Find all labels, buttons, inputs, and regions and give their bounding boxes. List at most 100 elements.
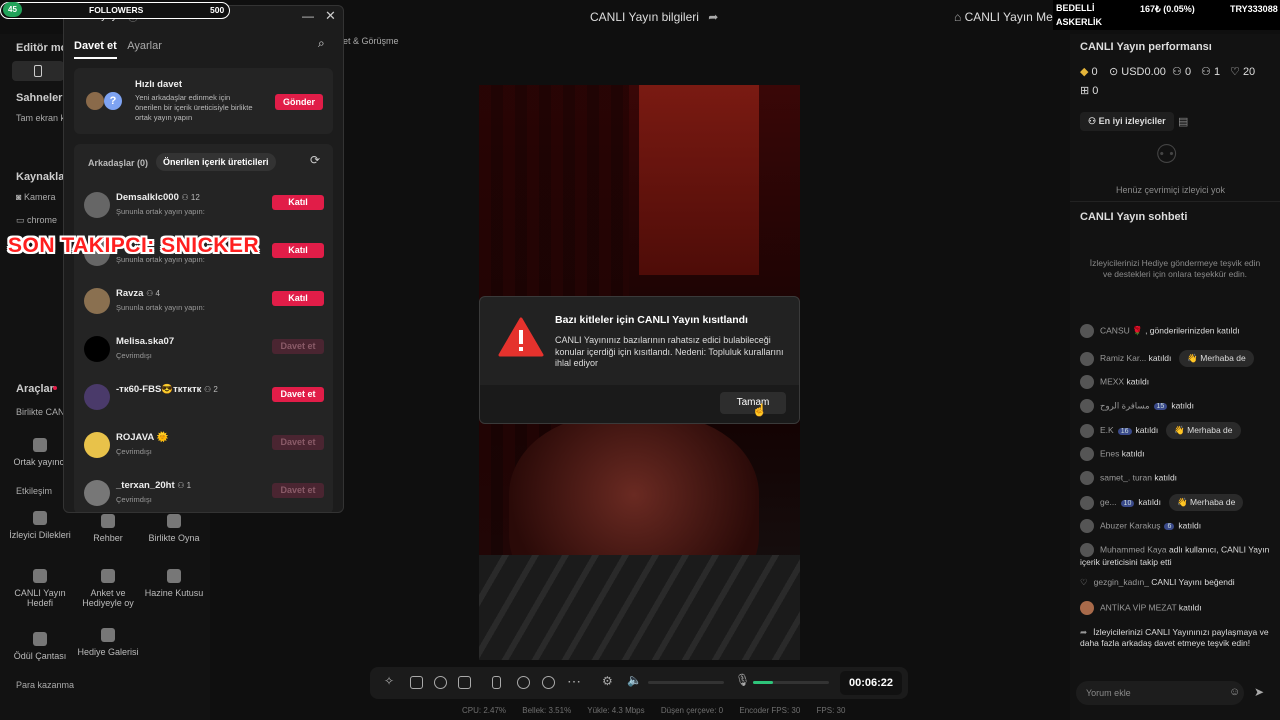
source-chrome[interactable]: ▭ chrome bbox=[16, 215, 57, 226]
invite-button[interactable]: Davet et bbox=[272, 435, 324, 450]
invite-button[interactable]: Davet et bbox=[272, 339, 324, 354]
join-button[interactable]: Katıl bbox=[272, 291, 324, 306]
friends-tab[interactable]: Arkadaşlar (0) bbox=[88, 158, 148, 168]
say-hi-button[interactable]: 👋 Merhaba de bbox=[1169, 494, 1244, 511]
cohost-tool-label: Ortak yayıncı bbox=[13, 457, 67, 467]
restriction-body: CANLI Yayınınız bazılarının rahatsız edi… bbox=[555, 335, 784, 369]
share-icon[interactable]: ➦ bbox=[708, 10, 718, 24]
chat-user[interactable]: Muhammed Kaya bbox=[1100, 544, 1167, 554]
gifts-stat: ⊞ 0 bbox=[1080, 84, 1098, 97]
gift-gallery-tool[interactable]: Hediye Galerisi bbox=[76, 628, 140, 657]
creator-sub: Çevrimdışı bbox=[116, 351, 152, 360]
minimize-icon[interactable]: — bbox=[302, 9, 314, 23]
source-camera[interactable]: ◙ Kamera bbox=[16, 192, 55, 202]
level-badge: 10 bbox=[1120, 500, 1135, 507]
avatar bbox=[1080, 495, 1094, 510]
tool-label: CANLI Yayın Hedefi bbox=[14, 588, 66, 609]
invite-button[interactable]: Davet et bbox=[272, 387, 324, 402]
chat-user[interactable]: Ramiz Kar... bbox=[1100, 353, 1146, 363]
no-viewers-text: Henüz çevrimiçi izleyici yok bbox=[1116, 185, 1226, 195]
chat-user[interactable]: E.K bbox=[1100, 425, 1114, 435]
top-viewers-button[interactable]: ⚇ En iyi izleyiciler bbox=[1080, 112, 1174, 131]
more-icon[interactable]: ⋯ bbox=[567, 673, 581, 690]
chat-message: Enes katıldı bbox=[1080, 447, 1275, 463]
creator-name-text: _terxan_20ht bbox=[116, 480, 175, 491]
chat-action: katıldı bbox=[1135, 425, 1159, 435]
tab-invite[interactable]: Davet et bbox=[74, 40, 117, 59]
tab-settings[interactable]: Ayarlar bbox=[127, 40, 162, 52]
magic-icon[interactable]: ✧ bbox=[384, 674, 397, 688]
refresh-icon[interactable]: ⟳ bbox=[310, 153, 320, 167]
add-icon[interactable] bbox=[458, 676, 471, 689]
mic-level-fill bbox=[753, 681, 773, 684]
mic-volume-slider[interactable] bbox=[753, 681, 829, 684]
gamepad-icon bbox=[167, 514, 181, 528]
chat-user[interactable]: مسافرة الروح bbox=[1100, 400, 1150, 410]
emoji-icon[interactable]: ☺ bbox=[1229, 686, 1240, 698]
comment-input[interactable]: Yorum ekle ☺ bbox=[1076, 681, 1244, 705]
link-icon bbox=[33, 438, 47, 452]
creator-row: -тк60-FBS😎тктктк ⚇ 2 Davet et bbox=[74, 380, 333, 420]
phone-icon[interactable] bbox=[492, 676, 501, 689]
chat-user[interactable]: Enes bbox=[1100, 448, 1119, 458]
chat-action: katıldı bbox=[1121, 448, 1145, 459]
cursor-icon: ☝ bbox=[752, 403, 767, 417]
scene-tab[interactable]: et & Görüşme bbox=[343, 36, 399, 46]
dropped-frames-stat: Düşen çerçeve: 0 bbox=[660, 706, 724, 715]
chat-user[interactable]: CANSU 🌹 bbox=[1100, 325, 1143, 335]
live-goal-tool[interactable]: CANLI Yayın Hedefi bbox=[8, 569, 72, 609]
join-button[interactable]: Katıl bbox=[272, 195, 324, 210]
mic-icon[interactable]: 🎙 bbox=[735, 673, 750, 687]
poll-tool[interactable]: Anket ve Hediyeyle oy bbox=[76, 569, 140, 609]
avatar bbox=[1080, 519, 1094, 533]
ticker-code: TRY333088 bbox=[1230, 4, 1278, 14]
avatar bbox=[1080, 447, 1094, 461]
treasure-box-tool[interactable]: Hazine Kutusu bbox=[142, 569, 206, 598]
chat-user[interactable]: ANTİKA VİP MEZAT bbox=[1100, 602, 1177, 612]
send-icon[interactable]: ➤ bbox=[1254, 685, 1264, 699]
invite-button[interactable]: Davet et bbox=[272, 483, 324, 498]
scene-item[interactable]: Tam ekran k bbox=[16, 113, 65, 123]
send-button[interactable]: Gönder bbox=[275, 94, 323, 110]
join-button[interactable]: Katıl bbox=[272, 243, 324, 258]
mixer-icon[interactable]: ⚙ bbox=[602, 674, 613, 688]
close-icon[interactable]: ✕ bbox=[325, 8, 336, 24]
chat-message: Ramiz Kar... katıldı 👋 Merhaba de bbox=[1080, 350, 1275, 367]
guide-tool[interactable]: Rehber bbox=[76, 514, 140, 543]
avatar bbox=[1080, 423, 1094, 438]
tool-label: Ödül Çantası bbox=[13, 651, 67, 661]
list-icon[interactable]: ▤ bbox=[1178, 115, 1188, 128]
record-icon[interactable] bbox=[517, 676, 530, 689]
viewer-requests-tool[interactable]: İzleyici Dilekleri bbox=[8, 511, 72, 540]
camera-icon[interactable] bbox=[542, 676, 555, 689]
avatar bbox=[1080, 399, 1094, 413]
cohost-dialog: Ortak yayıncı ⓘ — ✕ Davet et Ayarlar ⌕ ?… bbox=[63, 5, 344, 513]
live-info-title[interactable]: CANLI Yayın bilgileri ➦ bbox=[590, 10, 718, 24]
effects-icon[interactable] bbox=[434, 676, 447, 689]
say-hi-button[interactable]: 👋 Merhaba de bbox=[1166, 422, 1241, 439]
play-together-tool[interactable]: Birlikte Oyna bbox=[142, 514, 206, 543]
reward-bag-tool[interactable]: Ödül Çantası bbox=[8, 632, 72, 661]
chat-user[interactable]: samet_. turan bbox=[1100, 472, 1152, 482]
tool-label: Hediye Galerisi bbox=[77, 647, 139, 657]
shirt bbox=[479, 555, 800, 660]
speaker-volume-slider[interactable] bbox=[648, 681, 724, 684]
follow-message: Muhammed Kaya adlı kullanıcı, CANLI Yayı… bbox=[1080, 543, 1275, 577]
speaker-icon[interactable]: 🔈 bbox=[627, 673, 642, 687]
suggested-tab[interactable]: Önerilen içerik üreticileri bbox=[156, 153, 276, 171]
chat-user[interactable]: Abuzer Karakuş bbox=[1100, 520, 1160, 530]
portrait-mode-button[interactable] bbox=[12, 61, 64, 81]
avatar bbox=[84, 432, 110, 458]
encoder-fps-stat: Encoder FPS: 30 bbox=[739, 706, 801, 715]
say-hi-button[interactable]: 👋 Merhaba de bbox=[1179, 350, 1254, 367]
target-icon bbox=[33, 569, 47, 583]
interaction-label: Etkileşim bbox=[16, 486, 53, 496]
source-camera-label: Kamera bbox=[23, 192, 56, 202]
chat-user[interactable]: MEXX bbox=[1100, 376, 1124, 386]
cohost-tabs: Davet et Ayarlar bbox=[74, 40, 162, 59]
search-icon[interactable]: ⌕ bbox=[318, 36, 325, 51]
chat-user[interactable]: ge... bbox=[1100, 497, 1117, 507]
chat-user[interactable]: gezgin_kadın_ bbox=[1094, 577, 1149, 587]
edit-icon[interactable] bbox=[410, 676, 423, 689]
creator-name-text: Demsalklc000 bbox=[116, 192, 179, 203]
